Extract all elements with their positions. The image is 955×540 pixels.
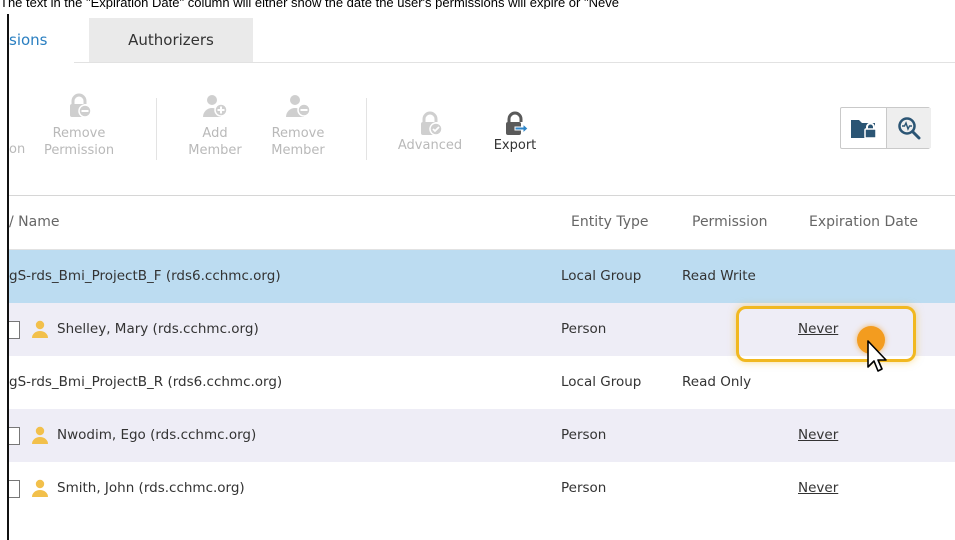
row-entity-type: Local Group [561, 268, 642, 284]
remove-permission-label-line2: Permission [43, 143, 115, 158]
table-row[interactable]: Smith, John (rds.cchmc.org) Person Never [9, 462, 955, 515]
row-checkbox[interactable] [9, 427, 20, 445]
export-label: Export [493, 138, 537, 153]
lock-remove-icon [70, 93, 92, 118]
row-name: Shelley, Mary (rds.cchmc.org) [57, 321, 259, 337]
toolbar-separator [156, 98, 157, 160]
row-entity-type: Person [561, 480, 607, 496]
row-entity-type: Person [561, 427, 607, 443]
row-name: gS-rds_Bmi_ProjectB_F (rds6.cchmc.org) [9, 268, 281, 284]
row-name: gS-rds_Bmi_ProjectB_R (rds6.cchmc.org) [9, 374, 283, 390]
folder-lock-icon [850, 120, 877, 139]
person-icon [32, 320, 48, 338]
table-row[interactable]: Nwodim, Ego (rds.cchmc.org) Person Never [9, 409, 955, 462]
table-header: / Name Entity Type Permission Expiration… [9, 196, 955, 249]
lock-check-icon [421, 111, 443, 136]
column-header-permission[interactable]: Permission [692, 196, 768, 249]
row-name: Smith, John (rds.cchmc.org) [57, 480, 245, 496]
row-permission: Read Write [682, 268, 756, 284]
add-member-label-line1: Add [202, 126, 228, 141]
toolbar-separator [366, 98, 367, 160]
row-name: Nwodim, Ego (rds.cchmc.org) [57, 427, 257, 443]
add-member-label-line2: Member [188, 143, 242, 158]
column-header-expiration-date[interactable]: Expiration Date [809, 196, 918, 249]
expiration-link[interactable]: Never [798, 409, 838, 462]
remove-permission-label-line1: Remove [52, 126, 106, 141]
mouse-pointer-icon [867, 340, 887, 372]
add-member-button[interactable]: Add Member [187, 93, 243, 159]
add-permission-label: on [9, 142, 26, 157]
row-checkbox[interactable] [9, 480, 20, 498]
row-permission: Read Only [682, 374, 752, 390]
tab-bar: sions Authorizers [9, 18, 955, 62]
remove-member-button[interactable]: Remove Member [263, 93, 333, 159]
folder-lock-button[interactable] [841, 108, 886, 148]
column-header-entity-type[interactable]: Entity Type [571, 196, 648, 249]
toolbar: on Remove Permission Add Member Remove M… [9, 63, 955, 193]
person-icon [32, 426, 48, 444]
remove-permission-button[interactable]: Remove Permission [39, 93, 119, 159]
export-button[interactable]: Export [489, 111, 541, 154]
table-row[interactable]: gS-rds_Bmi_ProjectB_F (rds6.cchmc.org) L… [9, 250, 955, 303]
person-remove-icon [286, 95, 311, 117]
remove-member-label-line1: Remove [271, 126, 325, 141]
expiration-link[interactable]: Never [798, 462, 838, 515]
activity-search-button[interactable] [886, 108, 931, 148]
instruction-caption: The text in the "Expiration Date" column… [0, 0, 619, 9]
lock-export-icon [506, 111, 528, 135]
advanced-button[interactable]: Advanced [393, 111, 467, 154]
row-entity-type: Local Group [561, 374, 642, 390]
tab-permissions[interactable]: sions [9, 18, 83, 62]
add-permission-button[interactable]: on [9, 141, 35, 158]
row-checkbox[interactable] [9, 321, 20, 339]
row-entity-type: Person [561, 321, 607, 337]
person-icon [32, 479, 48, 497]
search-activity-icon [898, 117, 921, 140]
remove-member-label-line2: Member [271, 143, 325, 158]
person-add-icon [203, 95, 228, 117]
view-toggle-group [840, 107, 931, 149]
column-header-name[interactable]: / Name [9, 196, 59, 249]
table-row[interactable]: gS-rds_Bmi_ProjectB_R (rds6.cchmc.org) L… [9, 356, 955, 409]
advanced-label: Advanced [397, 138, 463, 153]
tab-authorizers[interactable]: Authorizers [89, 18, 253, 62]
